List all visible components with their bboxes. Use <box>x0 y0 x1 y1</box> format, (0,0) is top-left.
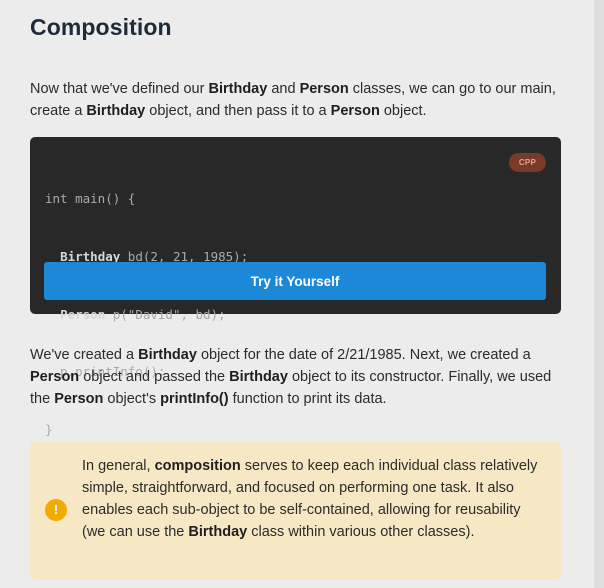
language-badge: CPP <box>509 153 546 172</box>
page-title: Composition <box>30 14 172 40</box>
intro-text-2: and <box>267 81 300 97</box>
explain-bold-4: Person <box>54 391 104 407</box>
explain-text-3: object and passed the <box>79 369 230 385</box>
note-text-3: class within various other classes). <box>247 524 475 540</box>
lesson-page: Composition Now that we've defined our B… <box>0 0 604 588</box>
explain-bold-3: Birthday <box>229 369 288 385</box>
code-line: int main() { <box>45 189 248 208</box>
code-type-token: Person <box>60 306 106 322</box>
explain-text-5: object's <box>103 391 161 407</box>
intro-bold-2: Person <box>299 81 349 97</box>
note-bold-2: Birthday <box>188 524 248 540</box>
intro-text-4: object, and then pass it to a <box>145 103 331 119</box>
warning-icon: ! <box>45 499 67 521</box>
info-note-box: ! In general, composition serves to keep… <box>30 441 561 580</box>
intro-text-1: Now that we've defined our <box>30 81 209 97</box>
explain-bold-5: printInfo() <box>160 391 229 407</box>
explanation-paragraph: We've created a Birthday object for the … <box>30 344 562 410</box>
explain-text-6: function to print its data. <box>228 391 387 407</box>
try-it-yourself-button[interactable]: Try it Yourself <box>44 262 546 300</box>
explain-text-1: We've created a <box>30 347 139 363</box>
explain-text-2: object for the date of 2/21/1985. Next, … <box>196 347 531 363</box>
intro-text-5: object. <box>379 103 427 119</box>
code-text: } <box>45 421 53 437</box>
code-line: Person p("David", bd); <box>45 305 248 324</box>
intro-bold-3: Birthday <box>86 103 146 119</box>
intro-bold-1: Birthday <box>208 81 268 97</box>
intro-paragraph: Now that we've defined our Birthday and … <box>30 78 562 122</box>
note-bold-1: composition <box>154 458 241 474</box>
note-text: In general, composition serves to keep e… <box>82 455 544 543</box>
code-snippet-card: int main() { Birthday bd(2, 21, 1985); P… <box>30 137 561 437</box>
scrollbar-track[interactable] <box>594 0 604 588</box>
code-block: int main() { Birthday bd(2, 21, 1985); P… <box>45 151 248 477</box>
code-text: int main() { <box>45 191 136 207</box>
code-text: p("David", bd); <box>105 306 226 322</box>
code-line: } <box>45 420 248 439</box>
explain-bold-2: Person <box>30 369 80 385</box>
explain-bold-1: Birthday <box>138 347 197 363</box>
note-text-1: In general, <box>82 458 155 474</box>
intro-bold-4: Person <box>330 103 380 119</box>
